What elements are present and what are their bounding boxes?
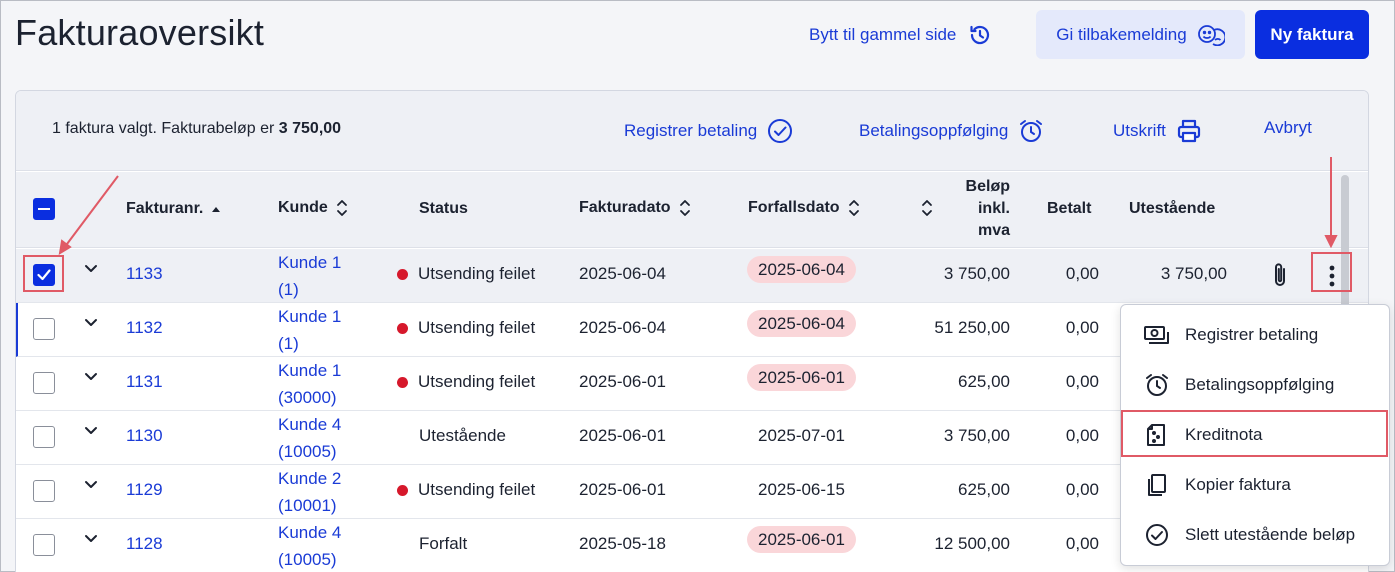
arrow-head-menu-button: [1324, 235, 1338, 249]
arrow-to-checkbox: [63, 175, 119, 249]
annotation-arrows: [58, 157, 1338, 255]
